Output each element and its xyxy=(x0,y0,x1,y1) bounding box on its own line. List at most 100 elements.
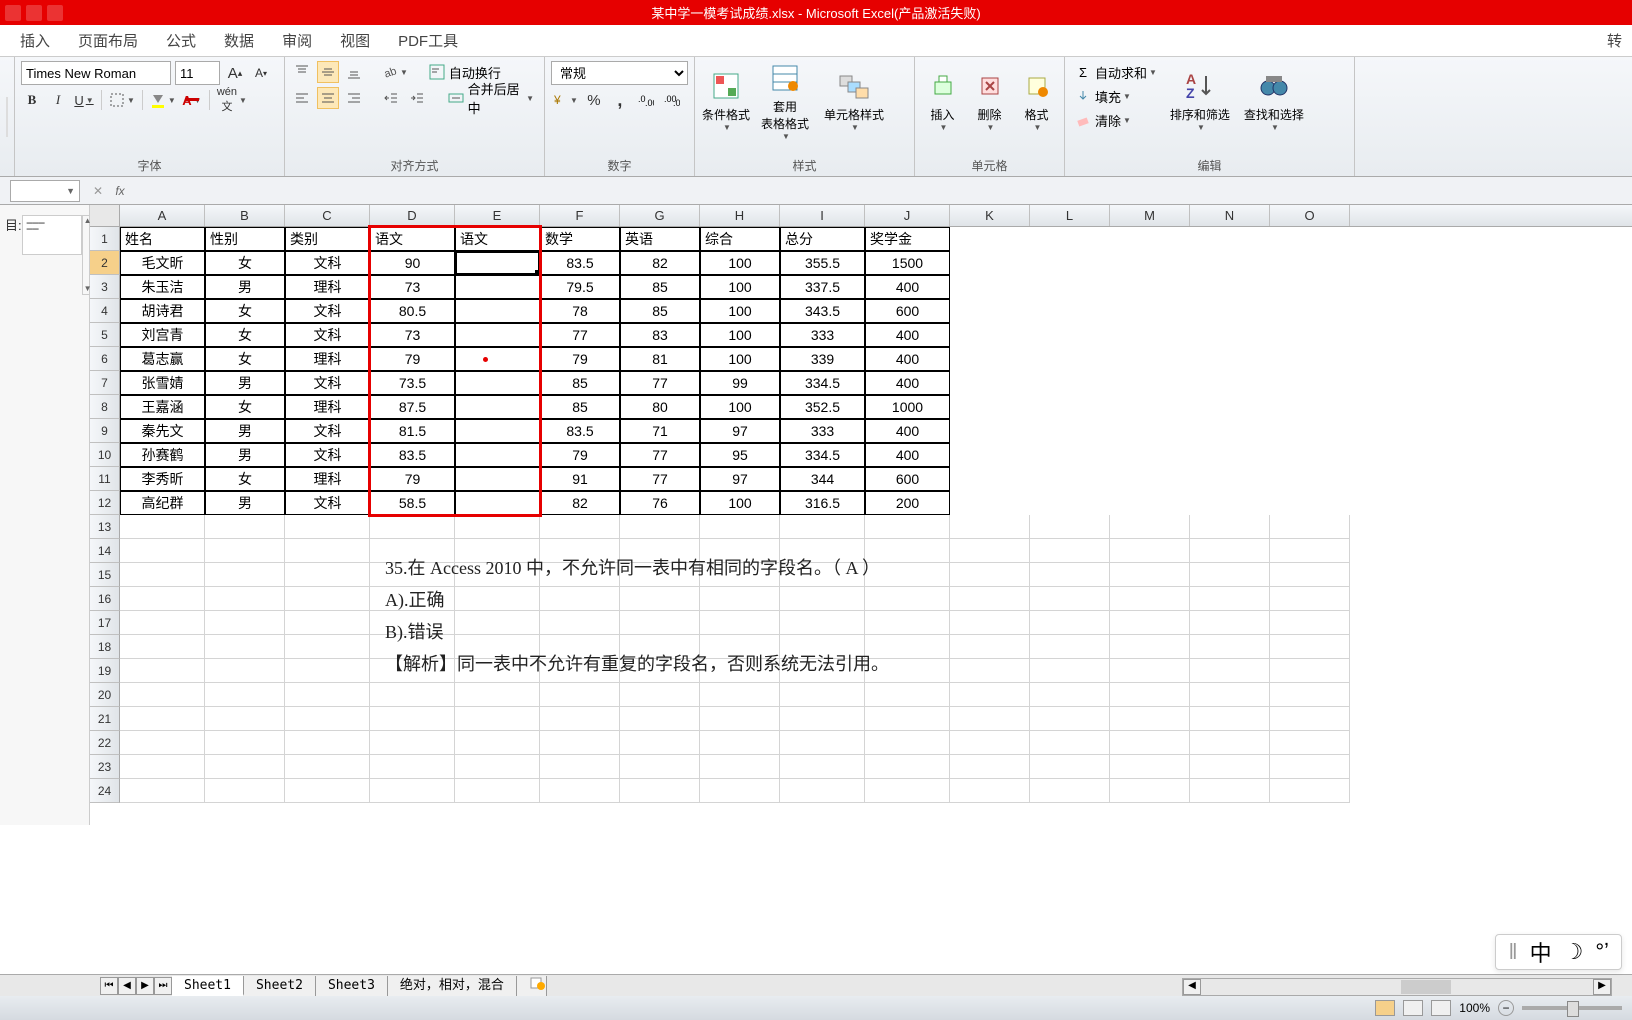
cell[interactable] xyxy=(865,707,950,731)
cell[interactable]: 82 xyxy=(540,491,620,515)
cell[interactable]: 100 xyxy=(700,251,780,275)
cell[interactable]: 孙赛鹤 xyxy=(120,443,205,467)
align-center-button[interactable] xyxy=(317,87,339,109)
cell[interactable]: 性别 xyxy=(205,227,285,251)
cell[interactable] xyxy=(285,779,370,803)
cell[interactable] xyxy=(1030,683,1110,707)
row-header-3[interactable]: 3 xyxy=(90,275,120,299)
cell[interactable] xyxy=(1030,587,1110,611)
ime-moon-icon[interactable]: ☽ xyxy=(1564,939,1584,965)
ime-indicator[interactable]: ‖ 中 ☽ °ʼ xyxy=(1495,934,1622,970)
cell[interactable] xyxy=(1110,563,1190,587)
cell[interactable] xyxy=(285,707,370,731)
cell[interactable] xyxy=(120,731,205,755)
sheet-tab-3[interactable]: Sheet3 xyxy=(316,976,388,996)
fill-color-button[interactable]: ▼ xyxy=(149,89,177,111)
cell[interactable] xyxy=(1110,659,1190,683)
cell[interactable]: 姓名 xyxy=(120,227,205,251)
font-size-select[interactable] xyxy=(175,61,220,85)
cell[interactable] xyxy=(700,683,780,707)
cell[interactable] xyxy=(540,779,620,803)
cell[interactable]: 82 xyxy=(620,251,700,275)
new-sheet-button[interactable] xyxy=(517,976,547,996)
cell[interactable] xyxy=(620,587,700,611)
cell[interactable] xyxy=(455,611,540,635)
row-header-14[interactable]: 14 xyxy=(90,539,120,563)
number-format-select[interactable]: 常规 xyxy=(551,61,688,85)
cell[interactable] xyxy=(205,587,285,611)
cell[interactable]: 337.5 xyxy=(780,275,865,299)
cell[interactable]: 胡诗君 xyxy=(120,299,205,323)
cell[interactable] xyxy=(540,587,620,611)
cell[interactable]: 81.5 xyxy=(370,419,455,443)
cell[interactable]: 333 xyxy=(780,323,865,347)
cell[interactable] xyxy=(865,587,950,611)
cell[interactable]: 文科 xyxy=(285,443,370,467)
cell[interactable]: 女 xyxy=(205,347,285,371)
align-top-button[interactable] xyxy=(291,61,313,83)
cancel-icon[interactable]: ✕ xyxy=(88,181,108,201)
col-header-F[interactable]: F xyxy=(540,205,620,226)
tab-nav-first-icon[interactable]: ⏮ xyxy=(100,977,118,995)
cell[interactable] xyxy=(1030,611,1110,635)
cell[interactable] xyxy=(120,635,205,659)
cell[interactable] xyxy=(780,779,865,803)
cell[interactable] xyxy=(1270,755,1350,779)
row-header-19[interactable]: 19 xyxy=(90,659,120,683)
align-middle-button[interactable] xyxy=(317,61,339,83)
row-header-21[interactable]: 21 xyxy=(90,707,120,731)
view-page-layout-button[interactable] xyxy=(1403,1000,1423,1016)
insert-cells-button[interactable]: 插入▼ xyxy=(921,61,964,141)
cell[interactable]: 类别 xyxy=(285,227,370,251)
cell[interactable]: 数学 xyxy=(540,227,620,251)
cell[interactable] xyxy=(780,731,865,755)
cell[interactable]: 王嘉涵 xyxy=(120,395,205,419)
cell[interactable] xyxy=(120,515,205,539)
row-header-18[interactable]: 18 xyxy=(90,635,120,659)
cell[interactable] xyxy=(950,635,1030,659)
cell[interactable]: 85 xyxy=(540,395,620,419)
cell[interactable] xyxy=(950,539,1030,563)
cell[interactable]: 女 xyxy=(205,251,285,275)
cell[interactable]: 400 xyxy=(865,371,950,395)
view-page-break-button[interactable] xyxy=(1431,1000,1451,1016)
row-header-4[interactable]: 4 xyxy=(90,299,120,323)
cell[interactable] xyxy=(620,779,700,803)
cell[interactable] xyxy=(1110,755,1190,779)
cell[interactable]: 刘宫青 xyxy=(120,323,205,347)
cell[interactable] xyxy=(950,611,1030,635)
cell[interactable] xyxy=(950,707,1030,731)
cell[interactable] xyxy=(205,539,285,563)
zoom-slider[interactable] xyxy=(1522,1006,1622,1010)
cell[interactable] xyxy=(865,683,950,707)
formula-input[interactable] xyxy=(138,180,1622,202)
col-header-I[interactable]: I xyxy=(780,205,865,226)
cell[interactable]: 女 xyxy=(205,323,285,347)
cell[interactable] xyxy=(950,587,1030,611)
cell[interactable] xyxy=(455,731,540,755)
sort-filter-button[interactable]: AZ 排序和筛选▼ xyxy=(1165,61,1235,141)
row-header-10[interactable]: 10 xyxy=(90,443,120,467)
row-header-15[interactable]: 15 xyxy=(90,563,120,587)
cell[interactable]: 100 xyxy=(700,275,780,299)
cell[interactable] xyxy=(1110,587,1190,611)
cell[interactable] xyxy=(285,611,370,635)
cell[interactable]: 200 xyxy=(865,491,950,515)
cell[interactable] xyxy=(455,275,540,299)
cell[interactable]: 语文 xyxy=(455,227,540,251)
cell[interactable] xyxy=(455,515,540,539)
align-right-button[interactable] xyxy=(343,87,365,109)
col-header-C[interactable]: C xyxy=(285,205,370,226)
cell[interactable] xyxy=(120,587,205,611)
align-left-button[interactable] xyxy=(291,87,313,109)
cell[interactable] xyxy=(120,707,205,731)
cell[interactable] xyxy=(1190,563,1270,587)
cell[interactable] xyxy=(700,731,780,755)
cell[interactable]: 73 xyxy=(370,323,455,347)
cell[interactable] xyxy=(1190,755,1270,779)
cell[interactable] xyxy=(120,659,205,683)
cell[interactable]: 文科 xyxy=(285,251,370,275)
row-header-16[interactable]: 16 xyxy=(90,587,120,611)
cell[interactable] xyxy=(455,419,540,443)
cell[interactable] xyxy=(1110,707,1190,731)
